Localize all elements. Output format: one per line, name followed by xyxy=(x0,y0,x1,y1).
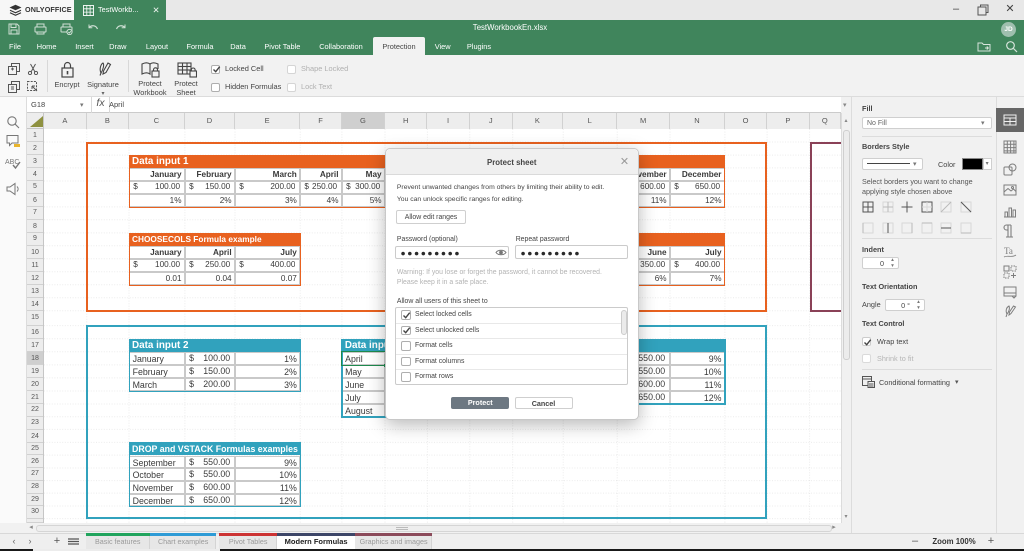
svg-text:Ta: Ta xyxy=(1004,246,1013,256)
